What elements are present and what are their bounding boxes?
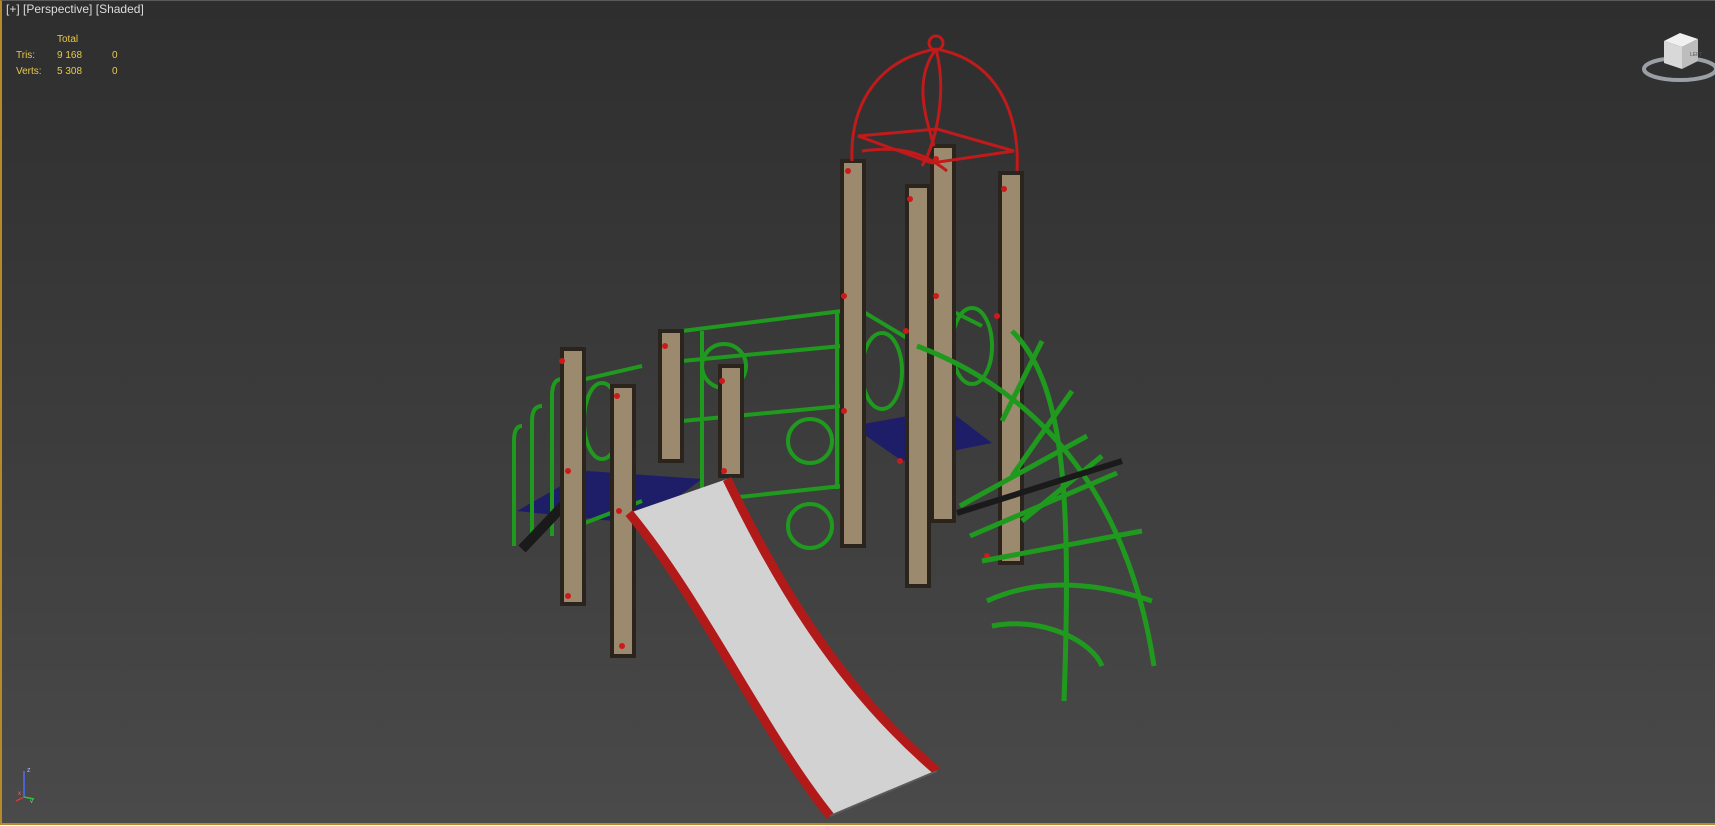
viewcube-face-label: LEFT — [1690, 52, 1702, 58]
z-axis-label: z — [27, 767, 31, 774]
y-axis-label: y — [30, 799, 33, 803]
viewcube[interactable]: LEFT — [1642, 29, 1715, 89]
playground-model[interactable] — [2, 1, 1715, 826]
slide — [625, 477, 940, 819]
perspective-viewport[interactable]: [+] [Perspective] [Shaded] Total Tris: 9… — [0, 0, 1715, 825]
x-axis-line — [15, 796, 25, 802]
wooden-posts — [560, 144, 1024, 658]
x-axis-label: x — [18, 791, 21, 797]
axis-tripod-icon: z x y — [15, 767, 35, 803]
